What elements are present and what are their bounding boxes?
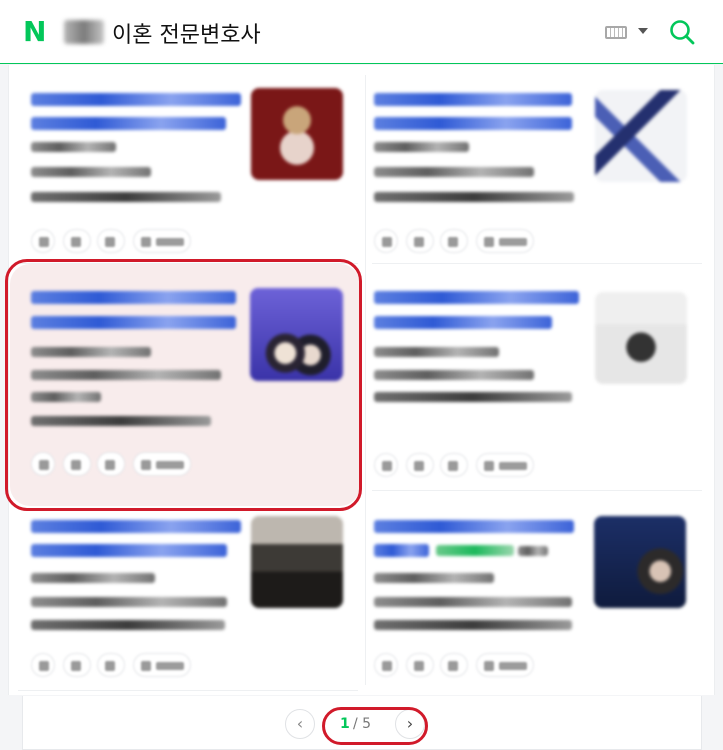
save-icon[interactable] xyxy=(406,453,434,477)
place-title-blurred[interactable] xyxy=(31,117,226,130)
place-thumbnail[interactable] xyxy=(595,292,687,384)
place-title-blurred[interactable] xyxy=(374,93,572,106)
route-icon[interactable] xyxy=(374,453,398,477)
place-title-blurred[interactable] xyxy=(374,117,572,130)
place-title-blurred[interactable] xyxy=(374,520,574,533)
hours-blurred xyxy=(374,370,534,380)
hours-blurred xyxy=(31,167,151,177)
chevron-down-icon[interactable] xyxy=(638,28,648,34)
search-icon[interactable] xyxy=(668,18,696,46)
route-icon[interactable] xyxy=(374,653,398,677)
reserve-button[interactable] xyxy=(476,453,534,477)
phone-blurred xyxy=(374,142,469,152)
place-title-blurred[interactable] xyxy=(31,520,241,533)
phone-blurred xyxy=(374,347,499,357)
place-card-6[interactable] xyxy=(366,508,711,723)
place-thumbnail[interactable] xyxy=(594,516,686,608)
share-icon[interactable] xyxy=(97,229,125,253)
reserve-button[interactable] xyxy=(476,229,534,253)
card-actions xyxy=(374,229,574,253)
route-icon[interactable] xyxy=(31,653,55,677)
save-icon[interactable] xyxy=(63,229,91,253)
place-title-blurred[interactable] xyxy=(374,544,429,557)
route-icon[interactable] xyxy=(31,229,55,253)
save-icon[interactable] xyxy=(406,229,434,253)
route-icon[interactable] xyxy=(374,229,398,253)
share-icon[interactable] xyxy=(97,653,125,677)
place-title-blurred[interactable] xyxy=(31,93,241,106)
hours-blurred xyxy=(374,167,534,177)
phone-blurred xyxy=(31,573,155,583)
badge-blurred xyxy=(436,545,514,556)
place-card-5[interactable] xyxy=(16,508,361,723)
address-blurred xyxy=(374,192,574,202)
keyboard-icon[interactable] xyxy=(605,26,627,39)
place-card-4[interactable] xyxy=(366,280,711,495)
save-icon[interactable] xyxy=(406,653,434,677)
place-title-blurred[interactable] xyxy=(31,544,227,557)
card-actions xyxy=(31,229,231,253)
search-header: N 이혼 전문변호사 xyxy=(0,0,723,64)
address-blurred xyxy=(374,620,572,630)
place-title-blurred[interactable] xyxy=(374,291,579,304)
chevron-left-icon[interactable]: ‹ xyxy=(285,709,315,739)
card-actions xyxy=(374,453,574,477)
share-icon[interactable] xyxy=(440,453,468,477)
place-title-blurred[interactable] xyxy=(374,316,552,329)
place-card-2[interactable] xyxy=(366,75,711,290)
hours-blurred xyxy=(374,597,572,607)
search-query[interactable]: 이혼 전문변호사 xyxy=(112,17,261,49)
badge-text-blurred xyxy=(518,546,548,556)
phone-blurred xyxy=(374,573,494,583)
address-blurred xyxy=(374,392,572,402)
annotation-pagination-ring xyxy=(322,707,428,745)
share-icon[interactable] xyxy=(440,653,468,677)
phone-blurred xyxy=(31,142,116,152)
reserve-button[interactable] xyxy=(133,653,191,677)
place-thumbnail[interactable] xyxy=(251,516,343,608)
blurred-query-prefix xyxy=(64,20,104,44)
address-blurred xyxy=(31,192,221,202)
place-card-1[interactable] xyxy=(16,75,361,290)
card-actions xyxy=(31,653,231,677)
place-thumbnail[interactable] xyxy=(251,88,343,180)
place-thumbnail[interactable] xyxy=(595,90,687,182)
address-blurred xyxy=(31,620,225,630)
card-actions xyxy=(374,653,574,677)
naver-logo[interactable]: N xyxy=(23,18,47,46)
reserve-button[interactable] xyxy=(133,229,191,253)
save-icon[interactable] xyxy=(63,653,91,677)
share-icon[interactable] xyxy=(440,229,468,253)
hours-blurred xyxy=(31,597,227,607)
reserve-button[interactable] xyxy=(476,653,534,677)
annotation-highlight-ring xyxy=(5,259,362,511)
